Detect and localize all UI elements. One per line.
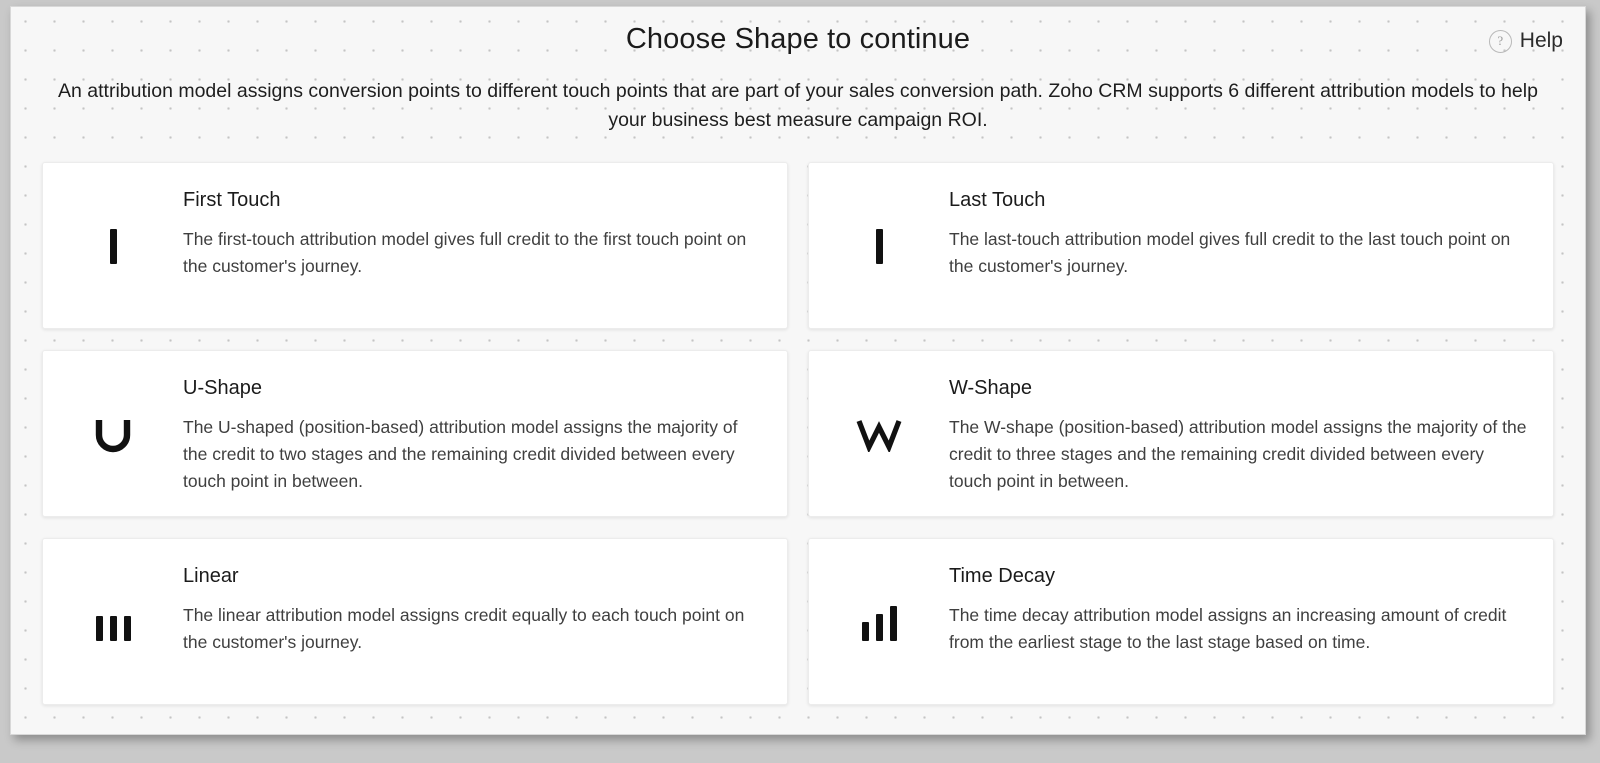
model-card-linear[interactable]: Linear The linear attribution model assi… <box>42 538 788 705</box>
card-body: Last Touch The last-touch attribution mo… <box>949 163 1553 280</box>
model-card-last-touch[interactable]: Last Touch The last-touch attribution mo… <box>808 162 1554 329</box>
card-description: The last-touch attribution model gives f… <box>949 229 1511 276</box>
card-title: U-Shape <box>183 377 262 399</box>
intro-description: An attribution model assigns conversion … <box>58 80 1538 131</box>
u-shape-icon <box>43 351 183 518</box>
model-card-first-touch[interactable]: First Touch The first-touch attribution … <box>42 162 788 329</box>
card-body: W-Shape The W-shape (position-based) att… <box>949 351 1553 495</box>
help-button[interactable]: ? Help <box>1488 29 1563 53</box>
attribution-model-chooser-page: Choose Shape to continue ? Help An attri… <box>10 6 1586 735</box>
page-title: Choose Shape to continue <box>625 23 971 55</box>
help-button-label: Help <box>1519 29 1563 52</box>
page-header: Choose Shape to continue ? Help <box>11 7 1585 73</box>
card-description: The linear attribution model assigns cre… <box>183 605 745 652</box>
card-description: The U-shaped (position-based) attributio… <box>183 417 738 491</box>
attribution-model-card-grid: First Touch The first-touch attribution … <box>42 162 1554 705</box>
model-card-w-shape[interactable]: W-Shape The W-shape (position-based) att… <box>808 350 1554 517</box>
model-card-time-decay[interactable]: Time Decay The time decay attribution mo… <box>808 538 1554 705</box>
card-title: Last Touch <box>949 189 1046 211</box>
card-title: Linear <box>183 565 239 587</box>
card-title: First Touch <box>183 189 281 211</box>
w-shape-icon <box>809 351 949 518</box>
card-body: Time Decay The time decay attribution mo… <box>949 539 1553 656</box>
card-title: Time Decay <box>949 565 1055 587</box>
last-touch-bar-icon <box>809 163 949 330</box>
question-mark-icon: ? <box>1488 29 1512 53</box>
card-title: W-Shape <box>949 377 1033 399</box>
card-body: U-Shape The U-shaped (position-based) at… <box>183 351 787 495</box>
card-body: Linear The linear attribution model assi… <box>183 539 787 656</box>
time-decay-bars-icon <box>809 539 949 706</box>
first-touch-bar-icon <box>43 163 183 330</box>
card-description: The time decay attribution model assigns… <box>949 605 1507 652</box>
card-description: The W-shape (position-based) attribution… <box>949 417 1527 491</box>
model-card-u-shape[interactable]: U-Shape The U-shaped (position-based) at… <box>42 350 788 517</box>
card-description: The first-touch attribution model gives … <box>183 229 747 276</box>
linear-bars-icon <box>43 539 183 706</box>
card-body: First Touch The first-touch attribution … <box>183 163 787 280</box>
